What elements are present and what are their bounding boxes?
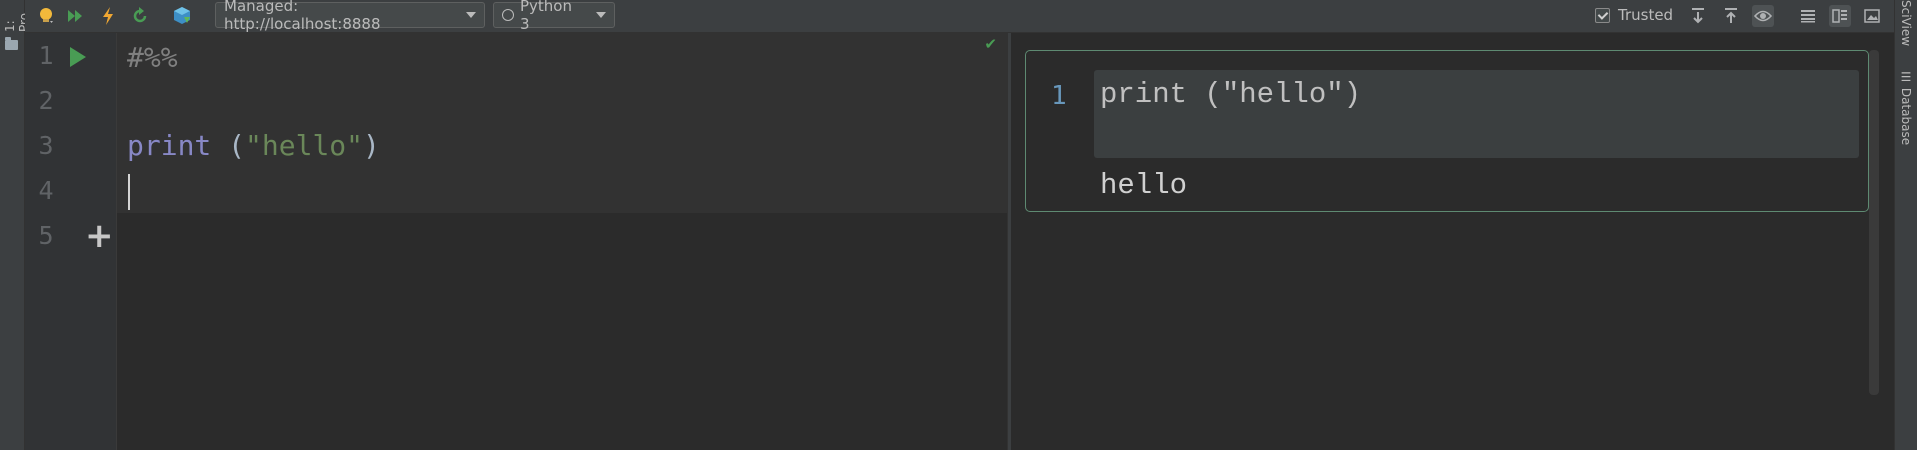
database-icon: ☰ [1899,70,1913,88]
code-line-print: print ("hello") [127,129,380,162]
project-folder-icon[interactable] [5,37,18,50]
move-cell-up-icon[interactable] [1720,5,1742,27]
kernel-dropdown[interactable]: Python 3 [493,0,615,33]
notebook-toolbar: Managed: http://localhost:8888 Python 3 … [25,0,1894,33]
keyword-print: print [127,129,212,162]
lightning-icon[interactable] [97,5,119,27]
no-errors-check-icon: ✔ [984,35,997,53]
trusted-label: Trusted [1618,6,1674,24]
database-tool-tab[interactable]: ☰ Database [1899,70,1913,145]
server-dropdown-value: Managed: http://localhost:8888 [224,0,381,33]
preview-scrollbar[interactable] [1869,50,1879,395]
preview-cell-input[interactable]: print ("hello") [1094,70,1859,158]
add-cell-icon[interactable]: + [85,219,114,253]
code-close-paren: ) [363,129,380,162]
code-editor[interactable]: #%% print ("hello") ✔ [117,33,1007,450]
cell-marker: #%% [127,41,178,74]
server-dropdown[interactable]: Managed: http://localhost:8888 [215,0,485,33]
text-caret [128,174,130,210]
restart-kernel-icon[interactable] [129,5,151,27]
trusted-checkbox[interactable]: Trusted [1595,6,1673,24]
line-number: 4 [38,176,54,205]
line-number: 2 [38,86,54,115]
chevron-down-icon [596,12,606,18]
run-cell-icon[interactable] [70,47,86,67]
line-number: 3 [38,131,54,160]
editor-only-layout-icon[interactable] [1797,5,1819,27]
cell-output: hello [1100,169,1188,202]
preview-cell[interactable]: 1 print ("hello") hello [1025,50,1869,212]
editor-gutter: 1 2 3 4 5 + [25,33,117,450]
chevron-down-icon [466,12,476,18]
line-number: 1 [38,41,54,70]
move-cell-down-icon[interactable] [1687,5,1709,27]
left-tool-strip: 1: Pro [0,0,31,450]
database-tab-label: Database [1899,87,1913,146]
preview-input-code: print ("hello") [1100,78,1362,111]
kernel-dropdown-value: Python 3 [519,0,572,33]
kernel-status-icon [502,9,514,21]
right-tool-strip: SciView ☰ Database [1894,0,1917,450]
notebook-preview: 1 print ("hello") hello [1011,33,1881,450]
preview-only-layout-icon[interactable] [1861,5,1883,27]
preview-eye-icon[interactable] [1752,5,1774,27]
execution-count: 1 [1051,81,1067,111]
checkbox-checked-icon [1595,7,1610,23]
code-open-paren: ( [211,129,246,162]
run-all-icon[interactable] [65,5,87,27]
lightbulb-icon[interactable] [35,5,57,27]
active-cell-band [117,33,1007,213]
line-number: 5 [38,221,54,250]
code-string: "hello" [245,129,364,162]
split-layout-icon[interactable] [1829,5,1851,27]
sciview-tool-tab[interactable]: SciView [1899,0,1913,48]
jupyter-server-icon[interactable] [171,5,193,27]
